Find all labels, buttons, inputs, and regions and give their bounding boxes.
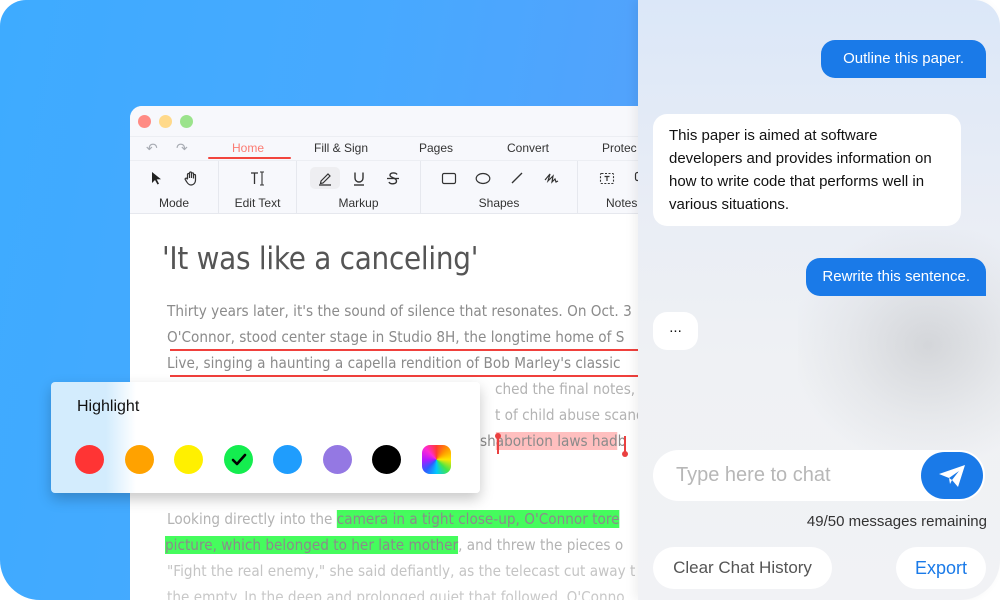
chat-input[interactable]: [676, 460, 906, 490]
paragraph-line: "Fight the real enemy," she said defiant…: [167, 562, 636, 580]
paragraph-line: the empty. In the deep and prolonged qui…: [167, 588, 625, 600]
strikethrough-icon[interactable]: [380, 167, 406, 189]
ribbon-label-notes: Notes: [606, 196, 638, 210]
color-swatch-green[interactable]: [224, 445, 253, 474]
paper-plane-icon: [939, 464, 965, 487]
ribbon-group-mode: Mode: [130, 161, 219, 214]
color-swatch-red[interactable]: [75, 445, 104, 474]
popover-title: Highlight: [77, 398, 140, 415]
rectangle-icon[interactable]: [436, 167, 462, 189]
selection-end-handle[interactable]: [622, 436, 628, 457]
tab-convert[interactable]: Convert: [507, 141, 549, 155]
paragraph-line: O'Connor, stood center stage in Studio 8…: [167, 328, 625, 346]
assistant-typing-indicator: ...: [653, 312, 698, 350]
tab-pages[interactable]: Pages: [419, 141, 453, 155]
text-fragment: Looking directly into the: [167, 510, 337, 528]
ribbon-label-markup: Markup: [338, 196, 379, 210]
pdf-editor-window: ↶ ↷ Home Fill & Sign Pages Convert Prote…: [130, 106, 650, 600]
color-swatch-orange[interactable]: [125, 445, 154, 474]
minimize-window-button[interactable]: [159, 115, 172, 128]
send-button[interactable]: [921, 452, 983, 499]
highlighter-pen-icon[interactable]: [310, 167, 340, 189]
color-swatch-purple[interactable]: [323, 445, 352, 474]
highlighted-text[interactable]: camera in a tight close-up, O'Connor tor…: [336, 510, 620, 528]
checkmark-icon: [231, 453, 246, 465]
line-icon[interactable]: [504, 167, 530, 189]
underline-annotation: [170, 349, 650, 351]
hand-icon[interactable]: [178, 167, 204, 189]
text-fragment: , and threw the pieces o: [458, 536, 624, 554]
title-bar: [130, 106, 650, 136]
custom-color-picker[interactable]: [422, 445, 451, 474]
clear-chat-history-button[interactable]: Clear Chat History: [653, 547, 832, 589]
messages-remaining-counter: 49/50 messages remaining: [806, 513, 987, 530]
export-button[interactable]: Export: [896, 547, 986, 589]
text-fragment: sh: [480, 432, 496, 450]
paragraph-line: shabortion laws hadb: [480, 432, 626, 450]
user-message: Rewrite this sentence.: [806, 258, 986, 296]
ribbon-group-shapes: Shapes: [421, 161, 578, 214]
arrow-pointer-icon[interactable]: [144, 167, 170, 189]
ellipse-icon[interactable]: [470, 167, 496, 189]
paragraph-line: Looking directly into the camera in a ti…: [167, 510, 620, 528]
ribbon-label-edit-text: Edit Text: [234, 196, 281, 210]
text-box-icon[interactable]: [594, 167, 620, 189]
ribbon-toolbar: Mode Edit Text Markup Shapes Notes: [130, 160, 650, 214]
paragraph-line: t of child abuse scanda: [495, 406, 650, 424]
tab-protect[interactable]: Protec: [602, 141, 637, 155]
paragraph-line: picture, which belonged to her late moth…: [165, 536, 623, 554]
tab-home[interactable]: Home: [232, 141, 264, 155]
chat-input-container: [653, 450, 985, 501]
underline-annotation: [170, 375, 650, 377]
paragraph-line: Thirty years later, it's the sound of si…: [167, 302, 632, 320]
ai-chat-panel: Outline this paper. This paper is aimed …: [638, 0, 1000, 600]
highlight-color-popover: Highlight: [51, 382, 480, 493]
user-message: Outline this paper.: [821, 40, 986, 78]
text-cursor-icon[interactable]: [245, 167, 271, 189]
color-swatch-yellow[interactable]: [174, 445, 203, 474]
tab-fill-sign[interactable]: Fill & Sign: [314, 141, 368, 155]
close-window-button[interactable]: [138, 115, 151, 128]
selected-text[interactable]: abortion laws had: [495, 432, 618, 450]
color-swatch-black[interactable]: [372, 445, 401, 474]
assistant-message: This paper is aimed at software develope…: [653, 114, 961, 226]
tab-bar: ↶ ↷ Home Fill & Sign Pages Convert Prote…: [130, 136, 650, 160]
paragraph-line: ched the final notes, sh: [495, 380, 650, 398]
ribbon-group-edit-text: Edit Text: [219, 161, 297, 214]
color-swatch-blue[interactable]: [273, 445, 302, 474]
highlighted-text[interactable]: picture, which belonged to her late moth…: [165, 536, 459, 554]
ribbon-group-markup: Markup: [297, 161, 421, 214]
paragraph-line: Live, singing a haunting a capella rendi…: [167, 354, 621, 372]
redo-icon[interactable]: ↷: [176, 140, 188, 157]
maximize-window-button[interactable]: [180, 115, 193, 128]
ribbon-label-mode: Mode: [158, 196, 190, 210]
undo-icon[interactable]: ↶: [146, 140, 158, 157]
underline-icon[interactable]: [346, 167, 372, 189]
ribbon-label-shapes: Shapes: [478, 196, 520, 210]
document-heading: 'It was like a canceling': [162, 241, 479, 277]
active-tab-indicator: [208, 157, 291, 159]
selection-start-handle[interactable]: [495, 433, 501, 454]
freehand-icon[interactable]: [538, 167, 564, 189]
